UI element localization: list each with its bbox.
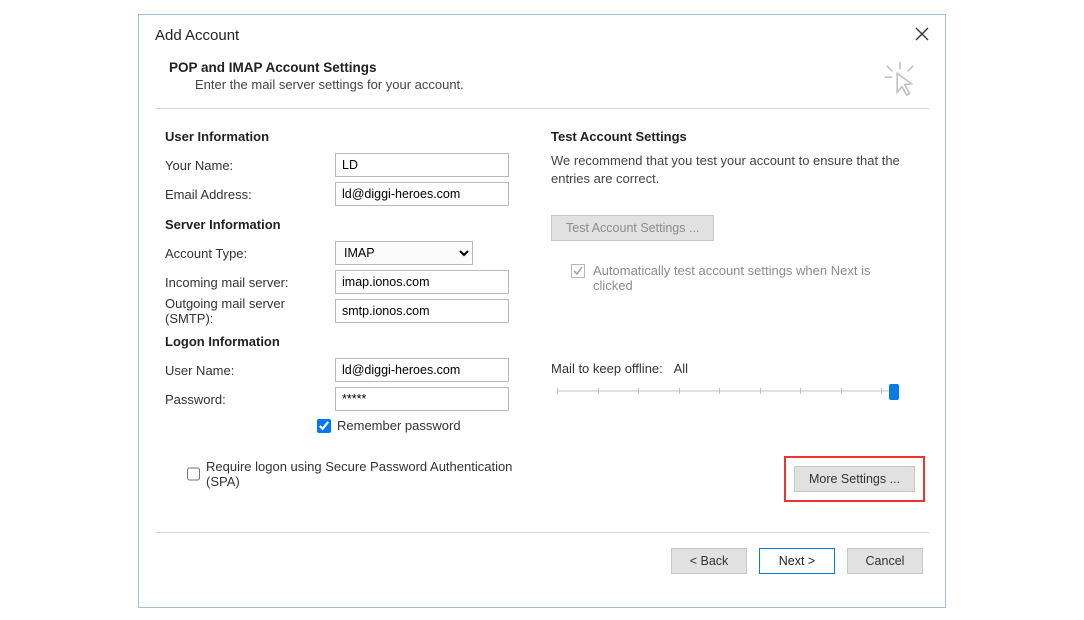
test-account-settings-button[interactable]: Test Account Settings ... (551, 215, 714, 241)
spa-checkbox[interactable] (187, 467, 200, 481)
account-type-select[interactable]: IMAP (335, 241, 473, 265)
remember-password-checkbox[interactable] (317, 419, 331, 433)
incoming-server-input[interactable] (335, 270, 509, 294)
mail-offline-label: Mail to keep offline: (551, 361, 663, 376)
body-frame: User Information Your Name: Email Addres… (155, 108, 929, 532)
label-password: Password: (165, 392, 335, 407)
label-email: Email Address: (165, 187, 335, 202)
auto-test-checkbox[interactable] (571, 264, 585, 278)
section-logon-info: Logon Information (165, 334, 525, 349)
auto-test-row: Automatically test account settings when… (551, 263, 881, 293)
header-title: POP and IMAP Account Settings (169, 60, 915, 75)
outgoing-server-input[interactable] (335, 299, 509, 323)
spa-label: Require logon using Secure Password Auth… (206, 459, 525, 489)
mail-offline-area: Mail to keep offline: All (551, 361, 919, 402)
email-input[interactable] (335, 182, 509, 206)
section-test: Test Account Settings (551, 129, 919, 144)
label-outgoing: Outgoing mail server (SMTP): (165, 296, 335, 326)
header-block: POP and IMAP Account Settings Enter the … (139, 52, 945, 108)
left-column: User Information Your Name: Email Addres… (165, 125, 525, 522)
next-button[interactable]: Next > (759, 548, 835, 574)
remember-password-label: Remember password (337, 418, 461, 433)
label-account-type: Account Type: (165, 246, 335, 261)
label-your-name: Your Name: (165, 158, 335, 173)
more-settings-highlight: More Settings ... (784, 456, 925, 502)
header-subtitle: Enter the mail server settings for your … (169, 77, 915, 92)
window-title: Add Account (155, 27, 239, 44)
titlebar: Add Account (139, 15, 945, 52)
label-incoming: Incoming mail server: (165, 275, 335, 290)
more-settings-button[interactable]: More Settings ... (794, 466, 915, 492)
cancel-button[interactable]: Cancel (847, 548, 923, 574)
close-icon[interactable] (913, 25, 931, 46)
password-input[interactable] (335, 387, 509, 411)
user-name-input[interactable] (335, 358, 509, 382)
slider-thumb[interactable] (889, 384, 899, 400)
right-column: Test Account Settings We recommend that … (551, 125, 919, 522)
cursor-click-icon (881, 60, 919, 101)
mail-offline-value: All (674, 361, 688, 376)
your-name-input[interactable] (335, 153, 509, 177)
add-account-dialog: Add Account POP and IMAP Account Setting… (138, 14, 946, 608)
auto-test-label: Automatically test account settings when… (593, 263, 881, 293)
label-user-name: User Name: (165, 363, 335, 378)
back-button[interactable]: < Back (671, 548, 747, 574)
mail-offline-slider[interactable] (557, 382, 895, 402)
section-user-info: User Information (165, 129, 525, 144)
test-description: We recommend that you test your account … (551, 152, 901, 187)
section-server-info: Server Information (165, 217, 525, 232)
footer: < Back Next > Cancel (155, 532, 929, 588)
